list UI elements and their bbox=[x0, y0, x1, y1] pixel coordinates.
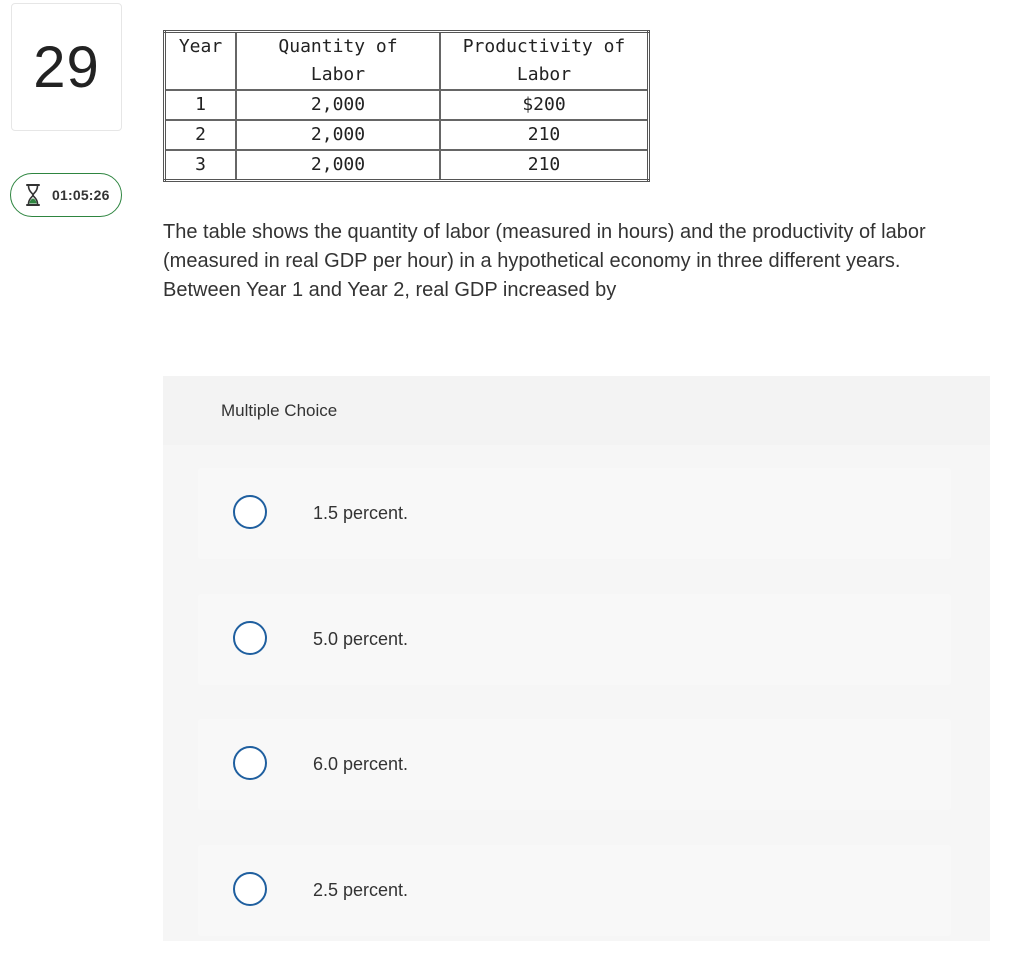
header-text: Quantity of Labor bbox=[278, 36, 398, 85]
table-cell: 2,000 bbox=[235, 89, 441, 121]
table-row: 1 2,000 $200 bbox=[163, 89, 650, 121]
multiple-choice-header: Multiple Choice bbox=[163, 376, 990, 445]
radio-button[interactable] bbox=[233, 872, 267, 906]
multiple-choice-panel: Multiple Choice 1.5 percent. 5.0 percent… bbox=[163, 376, 990, 941]
table-cell: 2 bbox=[163, 119, 237, 151]
radio-button[interactable] bbox=[233, 495, 267, 529]
choice-label: 1.5 percent. bbox=[313, 503, 409, 523]
hourglass-icon bbox=[25, 184, 41, 206]
table-cell: 3 bbox=[163, 149, 237, 182]
choice-label: 2.5 percent. bbox=[313, 880, 409, 900]
choice-option[interactable]: 1.5 percent. bbox=[198, 468, 951, 559]
table-header-cell: Year bbox=[163, 30, 237, 91]
multiple-choice-title: Multiple Choice bbox=[221, 400, 338, 420]
radio-button[interactable] bbox=[233, 621, 267, 655]
question-number: 29 bbox=[33, 34, 100, 100]
table-row: 3 2,000 210 bbox=[163, 149, 650, 182]
table-cell: $200 bbox=[439, 89, 650, 121]
table-header-cell: Quantity of Labor bbox=[235, 30, 441, 91]
header-text: Productivity of Labor bbox=[462, 36, 626, 85]
table-cell: 1 bbox=[163, 89, 237, 121]
choice-label: 5.0 percent. bbox=[313, 629, 409, 649]
table-row: 2 2,000 210 bbox=[163, 119, 650, 151]
choice-option[interactable]: 2.5 percent. bbox=[198, 845, 951, 936]
timer-badge: 01:05:26 bbox=[10, 173, 122, 217]
timer-text: 01:05:26 bbox=[52, 187, 110, 203]
radio-button[interactable] bbox=[233, 746, 267, 780]
choice-option[interactable]: 6.0 percent. bbox=[198, 719, 951, 810]
table-header-row: Year Quantity of Labor Productivity of L… bbox=[163, 30, 650, 91]
question-prompt: The table shows the quantity of labor (m… bbox=[163, 221, 926, 301]
table-cell: 2,000 bbox=[235, 149, 441, 182]
table-header-cell: Productivity of Labor bbox=[439, 30, 650, 91]
data-table: Year Quantity of Labor Productivity of L… bbox=[163, 30, 650, 182]
table-cell: 2,000 bbox=[235, 119, 441, 151]
table-cell: 210 bbox=[439, 149, 650, 182]
choice-label: 6.0 percent. bbox=[313, 754, 409, 774]
choice-option[interactable]: 5.0 percent. bbox=[198, 594, 951, 685]
table-cell: 210 bbox=[439, 119, 650, 151]
question-number-card: 29 bbox=[11, 3, 122, 131]
